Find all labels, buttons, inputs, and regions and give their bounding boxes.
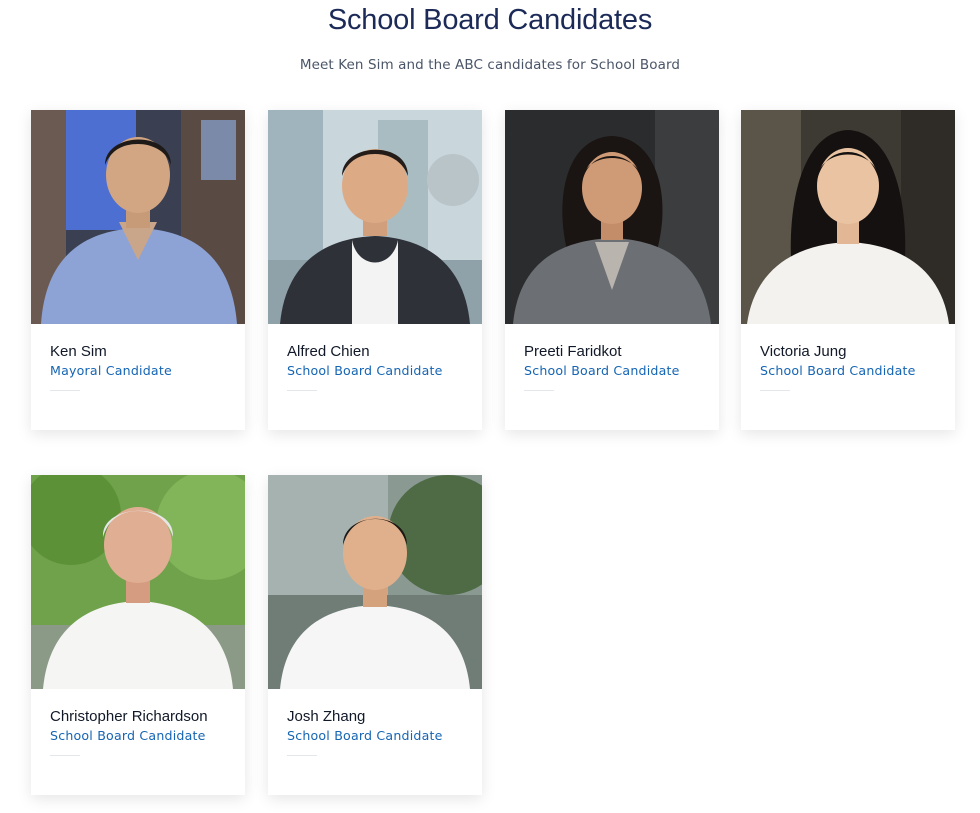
candidate-card-alfred-chien[interactable]: Alfred Chien School Board Candidate [268, 110, 482, 430]
divider [50, 755, 80, 756]
candidate-photo [505, 110, 719, 324]
page-title: School Board Candidates [327, 4, 653, 36]
page-subtitle: Meet Ken Sim and the ABC candidates for … [299, 57, 681, 73]
candidate-role-link[interactable]: School Board Candidate [524, 363, 680, 378]
candidate-name: Preeti Faridkot [524, 343, 622, 360]
divider [287, 390, 317, 391]
divider [524, 390, 554, 391]
candidate-role-link[interactable]: School Board Candidate [287, 363, 443, 378]
candidate-card-preeti-faridkot[interactable]: Preeti Faridkot School Board Candidate [505, 110, 719, 430]
candidate-photo [31, 475, 245, 689]
candidate-photo [268, 475, 482, 689]
divider [760, 390, 790, 391]
candidate-photo [31, 110, 245, 324]
candidate-card-christopher-richardson[interactable]: Christopher Richardson School Board Cand… [31, 475, 245, 795]
candidate-name: Josh Zhang [287, 708, 366, 725]
candidate-role-link[interactable]: School Board Candidate [287, 728, 443, 743]
candidate-role-link[interactable]: Mayoral Candidate [50, 363, 172, 378]
candidate-role-link[interactable]: School Board Candidate [760, 363, 916, 378]
candidate-name: Victoria Jung [760, 343, 847, 360]
divider [50, 390, 80, 391]
candidate-name: Ken Sim [50, 343, 107, 360]
candidate-card-victoria-jung[interactable]: Victoria Jung School Board Candidate [741, 110, 955, 430]
divider [287, 755, 317, 756]
candidate-photo [268, 110, 482, 324]
candidate-role-link[interactable]: School Board Candidate [50, 728, 206, 743]
candidate-card-ken-sim[interactable]: Ken Sim Mayoral Candidate [31, 110, 245, 430]
candidate-card-josh-zhang[interactable]: Josh Zhang School Board Candidate [268, 475, 482, 795]
candidate-name: Alfred Chien [287, 343, 370, 360]
candidate-name: Christopher Richardson [50, 708, 208, 725]
candidate-photo [741, 110, 955, 324]
